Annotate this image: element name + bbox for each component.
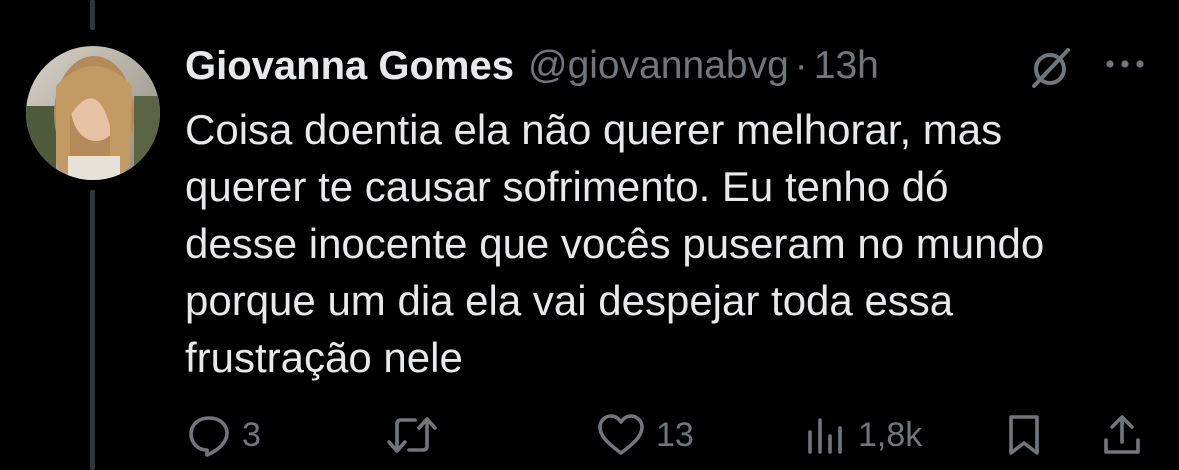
action-bar: 3 13 1,8k bbox=[0, 405, 1179, 465]
like-count: 13 bbox=[656, 415, 694, 454]
bookmark-button[interactable] bbox=[1004, 405, 1044, 465]
heart-icon bbox=[598, 414, 644, 455]
retweet-icon bbox=[387, 417, 437, 453]
avatar[interactable] bbox=[26, 46, 160, 180]
views-icon bbox=[808, 418, 842, 454]
reply-count: 3 bbox=[242, 415, 261, 454]
profile-photo-icon bbox=[26, 46, 160, 180]
reply-button[interactable]: 3 bbox=[186, 405, 261, 465]
more-icon[interactable] bbox=[1100, 52, 1152, 76]
tweet-timestamp[interactable]: 13h bbox=[814, 44, 879, 88]
retweet-button[interactable] bbox=[385, 405, 449, 465]
author-handle[interactable]: @giovannabvg bbox=[528, 44, 789, 88]
thread-line-top bbox=[90, 0, 95, 30]
share-button[interactable] bbox=[1100, 405, 1144, 465]
reply-icon bbox=[189, 416, 229, 457]
like-button[interactable]: 13 bbox=[596, 405, 694, 465]
bookmark-icon bbox=[1009, 415, 1039, 455]
share-icon bbox=[1104, 415, 1140, 454]
tweet-header: Giovanna Gomes @giovannabvg · 13h bbox=[185, 40, 879, 92]
views-count: 1,8k bbox=[858, 415, 923, 454]
views-button[interactable]: 1,8k bbox=[804, 405, 922, 465]
grok-icon[interactable] bbox=[1024, 44, 1076, 92]
author-display-name[interactable]: Giovanna Gomes bbox=[185, 44, 514, 89]
tweet-text: Coisa doentia ela não querer melhorar, m… bbox=[185, 106, 1045, 381]
separator-dot: · bbox=[794, 44, 808, 87]
